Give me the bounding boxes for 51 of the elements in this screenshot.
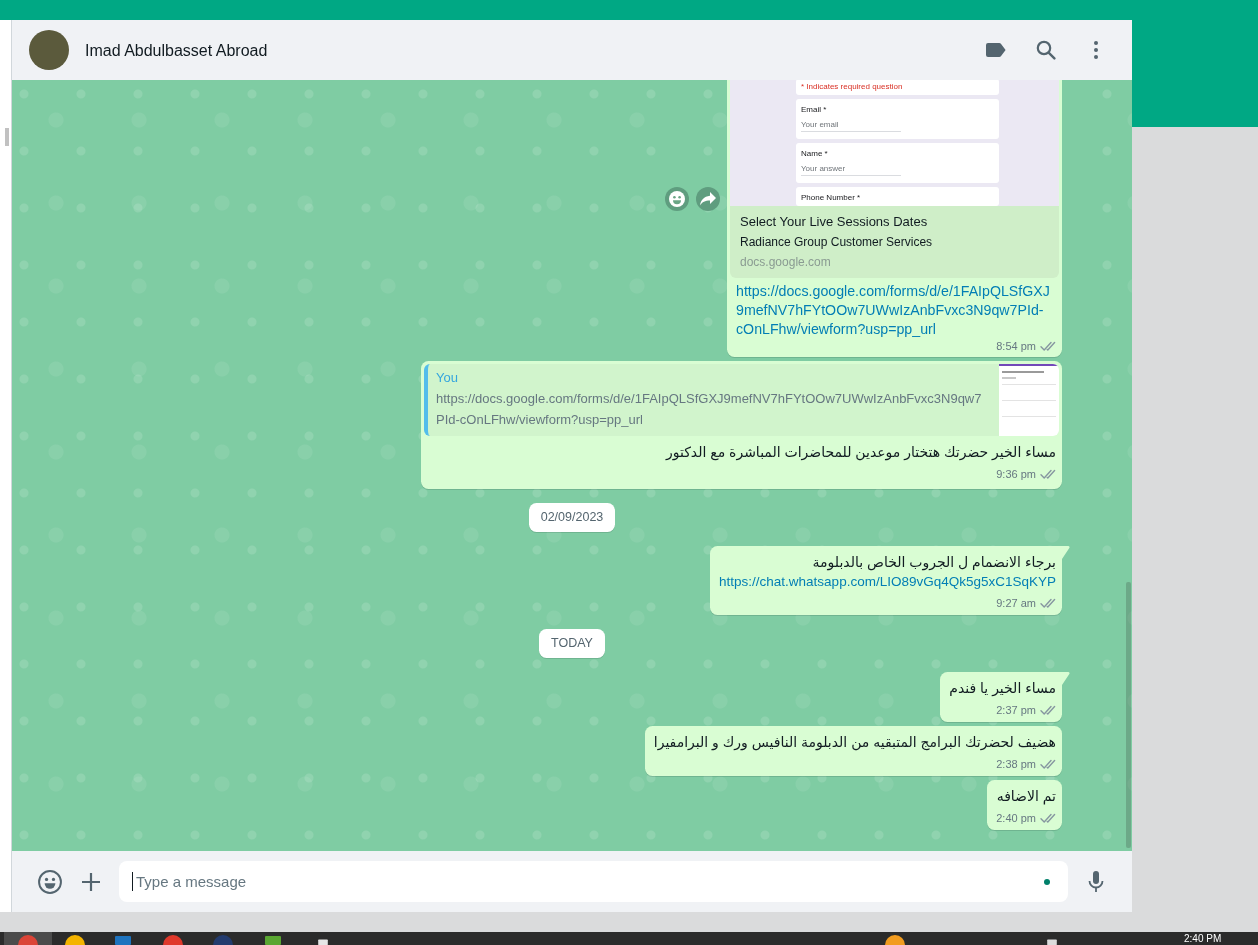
smiley-icon [669, 191, 685, 207]
message-time: 2:37 pm [996, 703, 1036, 718]
message-time: 2:40 pm [996, 811, 1036, 826]
search-icon [1036, 40, 1056, 60]
link-preview-panel[interactable]: Select Your Live Sessions Dates Radiance Group Customer Services docs.google.com [730, 206, 1059, 278]
form-field-label: Name * [801, 149, 829, 159]
menu-icon [1094, 41, 1098, 59]
message-link[interactable]: https://docs.google.com/forms/d/e/1FAIpQLSfGXJ9mefNV7hFYtOOw7UWwIzAnbFvxc3N9qw7PId-cOnLFhw/viewform?usp=pp_url [736, 282, 1056, 339]
link-preview-description: Radiance Group Customer Services [740, 234, 934, 251]
avatar[interactable] [29, 30, 69, 70]
forward-button[interactable] [696, 187, 720, 211]
message-time: 9:27 am [996, 596, 1036, 611]
contact-name[interactable]: Imad Abdulbasset Abroad [85, 39, 976, 61]
smiley-icon [37, 868, 63, 895]
answer-field: Your email [801, 120, 901, 132]
taskbar-app-icon[interactable] [885, 935, 905, 945]
link-preview-title: Select Your Live Sessions Dates [740, 213, 929, 231]
answer-field: Your answer [801, 164, 901, 176]
taskbar-app-icon[interactable] [263, 935, 283, 945]
message-time: 8:54 pm [996, 339, 1036, 354]
react-button[interactable] [665, 187, 689, 211]
message-time: 2:38 pm [996, 757, 1036, 772]
scrollbar-thumb[interactable] [1126, 582, 1131, 848]
form-notice-text: * Indicates required question [801, 82, 903, 92]
scrollbar-thumb[interactable] [5, 128, 9, 146]
message-text: برجاء الانضمام ل الجروب الخاص بالدبلومة [811, 553, 1056, 572]
microphone-icon [1088, 870, 1104, 893]
form-field-label: Email * [801, 105, 828, 115]
date-label: TODAY [539, 629, 605, 658]
message-input[interactable]: Type a message [119, 861, 1068, 902]
status-dot-icon [1044, 879, 1050, 885]
form-field-label: Phone Number * [801, 193, 862, 203]
tag-icon [986, 43, 1006, 57]
message-text: هضيف لحضرتك البرامج المتبقيه من الدبلومة النافيس ورك و البرامفيرا [653, 733, 1056, 752]
message-text: مساء الخير يا فندم [949, 679, 1056, 698]
taskbar-app-icon[interactable] [1046, 939, 1058, 945]
message-link[interactable]: https://chat.whatsapp.com/LIO89vGq4Qk5g5xC1SqKYP [719, 572, 1056, 591]
plus-icon [81, 871, 101, 892]
message-text: مساء الخير حضرتك هتختار موعدين للمحاضرات المباشرة مع الدكتور [664, 443, 1056, 462]
forward-arrow-icon [700, 192, 716, 206]
taskbar-app-icon[interactable] [317, 939, 329, 945]
quoted-message[interactable]: You https://docs.google.com/forms/d/e/1FAIpQLSfGXJ9mefNV7hFYtOOw7UWwIzAnbFvxc3N9qw7PId-cOnLFhw/viewform?usp=pp_url [424, 364, 1059, 436]
link-preview-domain: docs.google.com [740, 254, 832, 271]
taskbar-app-icon[interactable] [65, 935, 85, 945]
quote-text: https://docs.google.com/forms/d/e/1FAIpQLSfGXJ9mefNV7hFYtOOw7UWwIzAnbFvxc3N9qw7PId-cOnLFhw/viewform?usp=pp_url [436, 390, 983, 429]
message-time: 9:36 pm [996, 467, 1036, 482]
quote-author: You [436, 369, 459, 387]
taskbar-clock[interactable]: 2:40 PM [1184, 932, 1222, 945]
date-label: 02/09/2023 [528, 503, 616, 532]
message-text: تم الاضافه [996, 787, 1056, 806]
form-thumbnail-drawing [999, 364, 1059, 436]
